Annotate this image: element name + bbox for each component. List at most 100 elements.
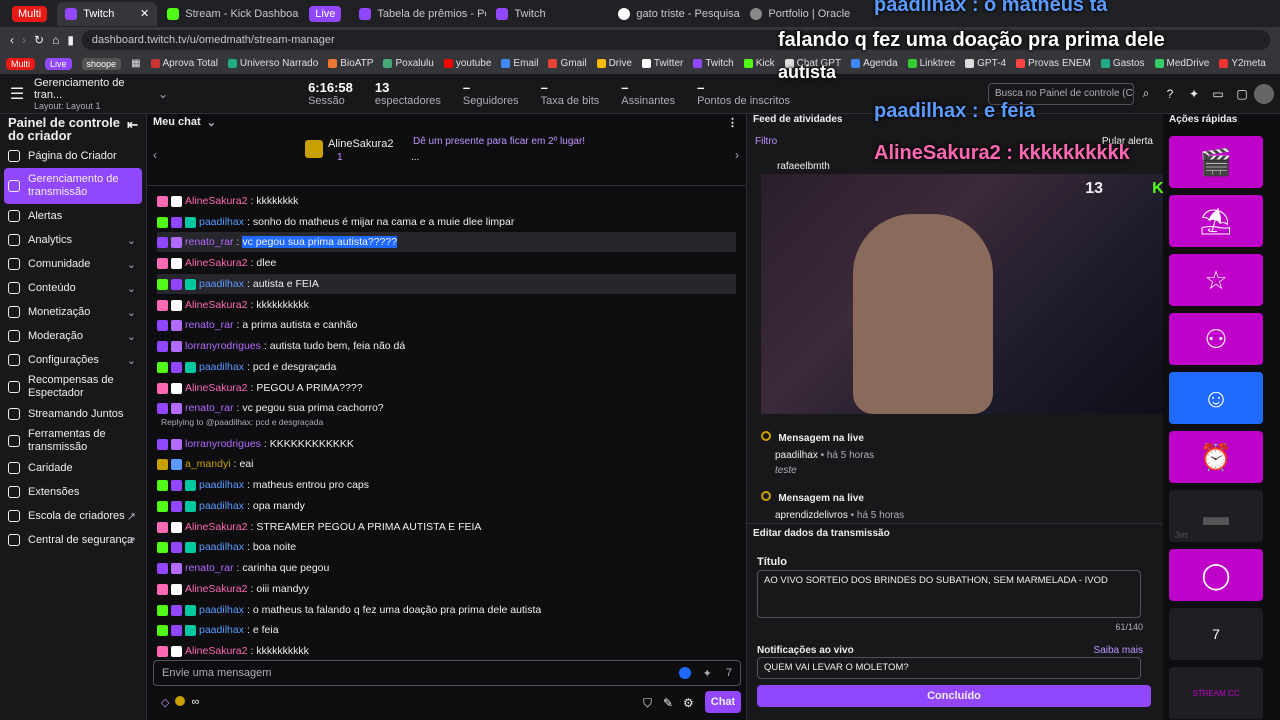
- chat-username[interactable]: AlineSakura2: [185, 195, 247, 207]
- sidebar-item[interactable]: Caridade: [0, 456, 146, 480]
- smile-icon[interactable]: ☺: [1169, 372, 1263, 424]
- chat-message[interactable]: AlineSakura2: dlee: [157, 253, 736, 273]
- bookmark[interactable]: Aprova Total: [150, 58, 218, 69]
- chat-username[interactable]: renato_rar: [185, 319, 233, 331]
- add-user-icon[interactable]: ⚇: [1169, 313, 1263, 365]
- chat-message[interactable]: paadilhax: e feia: [157, 620, 736, 640]
- bookmark[interactable]: Y2meta: [1219, 58, 1266, 69]
- sidebar-item[interactable]: Extensões: [0, 480, 146, 504]
- bookmark[interactable]: Twitch: [693, 58, 734, 69]
- chat-message[interactable]: paadilhax: matheus entrou pro caps: [157, 475, 736, 495]
- clip-icon[interactable]: 🎬: [1169, 136, 1263, 188]
- sidebar-item[interactable]: Central de segurança ↗: [0, 528, 146, 552]
- chat-username[interactable]: paadilhax: [199, 624, 244, 636]
- close-icon[interactable]: ✕: [140, 7, 149, 20]
- bookmark-icon[interactable]: ▮: [67, 33, 74, 47]
- bookmark[interactable]: Agenda: [851, 58, 898, 69]
- back-icon[interactable]: ‹: [10, 33, 14, 47]
- chat-username[interactable]: paadilhax: [199, 216, 244, 228]
- bookmark-live[interactable]: Live: [45, 57, 72, 70]
- chat-username[interactable]: AlineSakura2: [185, 257, 247, 269]
- bookmark[interactable]: Kick: [743, 58, 775, 69]
- chat-message[interactable]: renato_rar: a prima autista e canhão: [157, 315, 736, 335]
- chat-username[interactable]: lorranyrodrigues: [185, 340, 261, 352]
- chat-username[interactable]: a_mandyi: [185, 458, 231, 470]
- reload-icon[interactable]: ↻: [34, 33, 44, 47]
- chat-username[interactable]: paadilhax: [199, 500, 244, 512]
- tab-twitch[interactable]: Twitch ✕: [57, 1, 158, 26]
- chat-message[interactable]: AlineSakura2: kkkkkkkk: [157, 191, 736, 211]
- bookmark[interactable]: Email: [501, 58, 538, 69]
- chat-message[interactable]: AlineSakura2: kkkkkkkkkk: [157, 295, 736, 315]
- bookmark[interactable]: Poxalulu: [383, 58, 434, 69]
- tab-twitch-2[interactable]: Twitch: [488, 2, 608, 26]
- search-icon[interactable]: ⌕: [1134, 86, 1158, 101]
- chat-username[interactable]: AlineSakura2: [185, 645, 247, 657]
- sidebar-item[interactable]: Analytics ⌄: [0, 228, 146, 252]
- chevron-right-icon[interactable]: ›: [735, 148, 739, 162]
- sidebar-item[interactable]: Recompensas de Espectador: [0, 372, 146, 402]
- whisper-icon[interactable]: ▢: [1230, 87, 1254, 101]
- chat-username[interactable]: paadilhax: [199, 541, 244, 553]
- chat-message[interactable]: a_mandyi: eai: [157, 454, 736, 474]
- tab-google[interactable]: gato triste - Pesquisa Googl: [610, 2, 740, 26]
- tab-live[interactable]: Live: [301, 2, 349, 26]
- chat-message[interactable]: lorranyrodrigues: KKKKKKKKKKKK: [157, 434, 736, 454]
- chevron-left-icon[interactable]: ‹: [153, 148, 157, 162]
- emote-picker-icon[interactable]: ✎: [663, 696, 673, 710]
- chat-message[interactable]: AlineSakura2: oiii mandyy: [157, 579, 736, 599]
- chat-message[interactable]: paadilhax: opa mandy: [157, 496, 736, 516]
- chat-username[interactable]: paadilhax: [199, 479, 244, 491]
- chat-username[interactable]: paadilhax: [199, 361, 244, 373]
- inbox-icon[interactable]: ▭: [1206, 87, 1230, 101]
- loading-icon[interactable]: ◯: [1169, 549, 1263, 601]
- sparkle-icon[interactable]: ✦: [1182, 87, 1206, 101]
- bookmark[interactable]: MedDrive: [1154, 58, 1209, 69]
- chevron-down-icon[interactable]: ⌄: [158, 87, 168, 101]
- title-input[interactable]: AO VIVO SORTEIO DOS BRINDES DO SUBATHON,…: [757, 570, 1141, 618]
- tab-tabela[interactable]: Tabela de prêmios - Post pa: [351, 2, 486, 26]
- chat-username[interactable]: AlineSakura2: [185, 583, 247, 595]
- chat-message[interactable]: paadilhax: sonho do matheus é mijar na ca…: [157, 212, 736, 232]
- chat-username[interactable]: AlineSakura2: [185, 521, 247, 533]
- chevron-down-icon[interactable]: ⌄: [207, 116, 216, 129]
- bookmark-multi[interactable]: Multi: [6, 57, 36, 70]
- filter-button[interactable]: Filtro: [755, 136, 777, 147]
- chat-username[interactable]: renato_rar: [185, 562, 233, 574]
- bookmark[interactable]: Universo Narrado: [227, 58, 318, 69]
- home-icon[interactable]: ⌂: [52, 33, 59, 47]
- bookmark[interactable]: Drive: [596, 58, 632, 69]
- marker-icon[interactable]: ▬ 3m: [1169, 490, 1263, 542]
- chat-username[interactable]: paadilhax: [199, 604, 244, 616]
- learn-more-link[interactable]: Saiba mais: [1094, 645, 1143, 656]
- emote-icon[interactable]: ✦: [703, 667, 712, 680]
- avatar[interactable]: [1254, 83, 1274, 104]
- apps-icon[interactable]: ▦: [131, 58, 140, 69]
- sidebar-item[interactable]: Comunidade ⌄: [0, 252, 146, 276]
- bookmark[interactable]: Twitter: [641, 58, 683, 69]
- chat-username[interactable]: AlineSakura2: [185, 299, 247, 311]
- layout-selector[interactable]: Gerenciamento de tran... Layout: Layout …: [34, 77, 154, 111]
- chat-message[interactable]: AlineSakura2: kkkkkkkkkk: [157, 641, 736, 661]
- chat-message[interactable]: paadilhax: o matheus ta falando q fez uma…: [157, 600, 736, 620]
- chat-message[interactable]: paadilhax: pcd e desgraçada: [157, 357, 736, 377]
- help-icon[interactable]: ?: [1158, 87, 1182, 101]
- chat-message[interactable]: lorranyrodrigues: autista tudo bem, feia …: [157, 336, 736, 356]
- forward-icon[interactable]: ›: [22, 33, 26, 47]
- bookmark[interactable]: Linktree: [907, 58, 955, 69]
- notification-input[interactable]: QUEM VAI LEVAR O MOLETOM?: [757, 657, 1141, 679]
- sidebar-item[interactable]: Moderação ⌄: [0, 324, 146, 348]
- ad-icon[interactable]: ⛱: [1169, 195, 1263, 247]
- gear-icon[interactable]: ⚙: [683, 696, 694, 710]
- chat-input[interactable]: Envie uma mensagem ✦ 7: [153, 660, 741, 686]
- channel-points[interactable]: ◇ ∞: [161, 696, 199, 709]
- bookmark[interactable]: GPT-4: [965, 58, 1006, 69]
- chat-message[interactable]: renato_rar: vc pegou sua prima cachorro?: [157, 398, 736, 418]
- chat-message[interactable]: AlineSakura2: PEGOU A PRIMA????: [157, 378, 736, 398]
- bookmark[interactable]: youtube: [443, 58, 491, 69]
- alarm-icon[interactable]: ⏰: [1169, 431, 1263, 483]
- chat-username[interactable]: lorranyrodrigues: [185, 438, 261, 450]
- bookmark[interactable]: Gastos: [1100, 58, 1145, 69]
- bookmark-shoope[interactable]: shoope: [81, 57, 122, 70]
- chat-username[interactable]: AlineSakura2: [185, 382, 247, 394]
